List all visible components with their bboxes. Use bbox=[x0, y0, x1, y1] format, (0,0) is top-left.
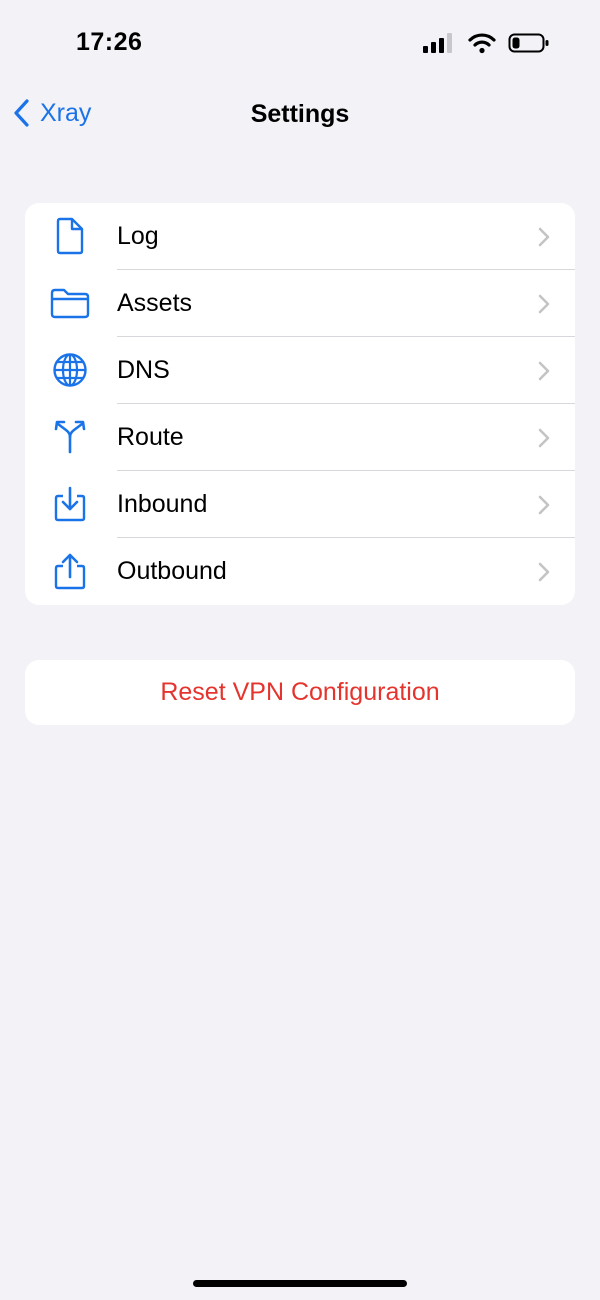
cellular-signal-icon bbox=[422, 32, 456, 59]
menu-item-dns[interactable]: DNS bbox=[25, 337, 575, 404]
chevron-right-icon bbox=[538, 227, 550, 252]
status-bar: 17:26 bbox=[0, 0, 600, 80]
page-title: Settings bbox=[250, 100, 350, 128]
menu-item-label: Route bbox=[117, 423, 184, 451]
status-icons bbox=[422, 32, 550, 59]
menu-item-label: DNS bbox=[117, 356, 170, 384]
menu-item-assets[interactable]: Assets bbox=[25, 270, 575, 337]
document-icon bbox=[50, 216, 90, 256]
chevron-right-icon bbox=[538, 428, 550, 453]
globe-icon bbox=[50, 350, 90, 390]
reset-vpn-label: Reset VPN Configuration bbox=[160, 678, 440, 706]
chevron-right-icon bbox=[538, 495, 550, 520]
menu-item-label: Inbound bbox=[117, 490, 208, 518]
tray-arrow-down-icon bbox=[50, 484, 90, 524]
route-split-icon bbox=[50, 417, 90, 457]
battery-icon bbox=[508, 32, 550, 59]
chevron-right-icon bbox=[538, 294, 550, 319]
status-time: 17:26 bbox=[76, 28, 143, 56]
chevron-right-icon bbox=[538, 361, 550, 386]
menu-item-log[interactable]: Log bbox=[25, 203, 575, 270]
menu-item-outbound[interactable]: Outbound bbox=[25, 538, 575, 605]
navigation-bar: Xray Settings bbox=[0, 90, 600, 142]
share-arrow-up-icon bbox=[50, 551, 90, 591]
wifi-icon bbox=[468, 32, 496, 59]
menu-item-route[interactable]: Route bbox=[25, 404, 575, 471]
reset-vpn-button[interactable]: Reset VPN Configuration bbox=[25, 660, 575, 725]
home-indicator[interactable] bbox=[193, 1280, 407, 1287]
chevron-right-icon bbox=[538, 562, 550, 587]
menu-item-label: Log bbox=[117, 222, 159, 250]
folder-icon bbox=[50, 283, 90, 323]
settings-menu-group: Log Assets DNS Route Inbound Outbound bbox=[25, 203, 575, 605]
menu-item-inbound[interactable]: Inbound bbox=[25, 471, 575, 538]
menu-item-label: Outbound bbox=[117, 557, 227, 585]
menu-item-label: Assets bbox=[117, 289, 193, 317]
